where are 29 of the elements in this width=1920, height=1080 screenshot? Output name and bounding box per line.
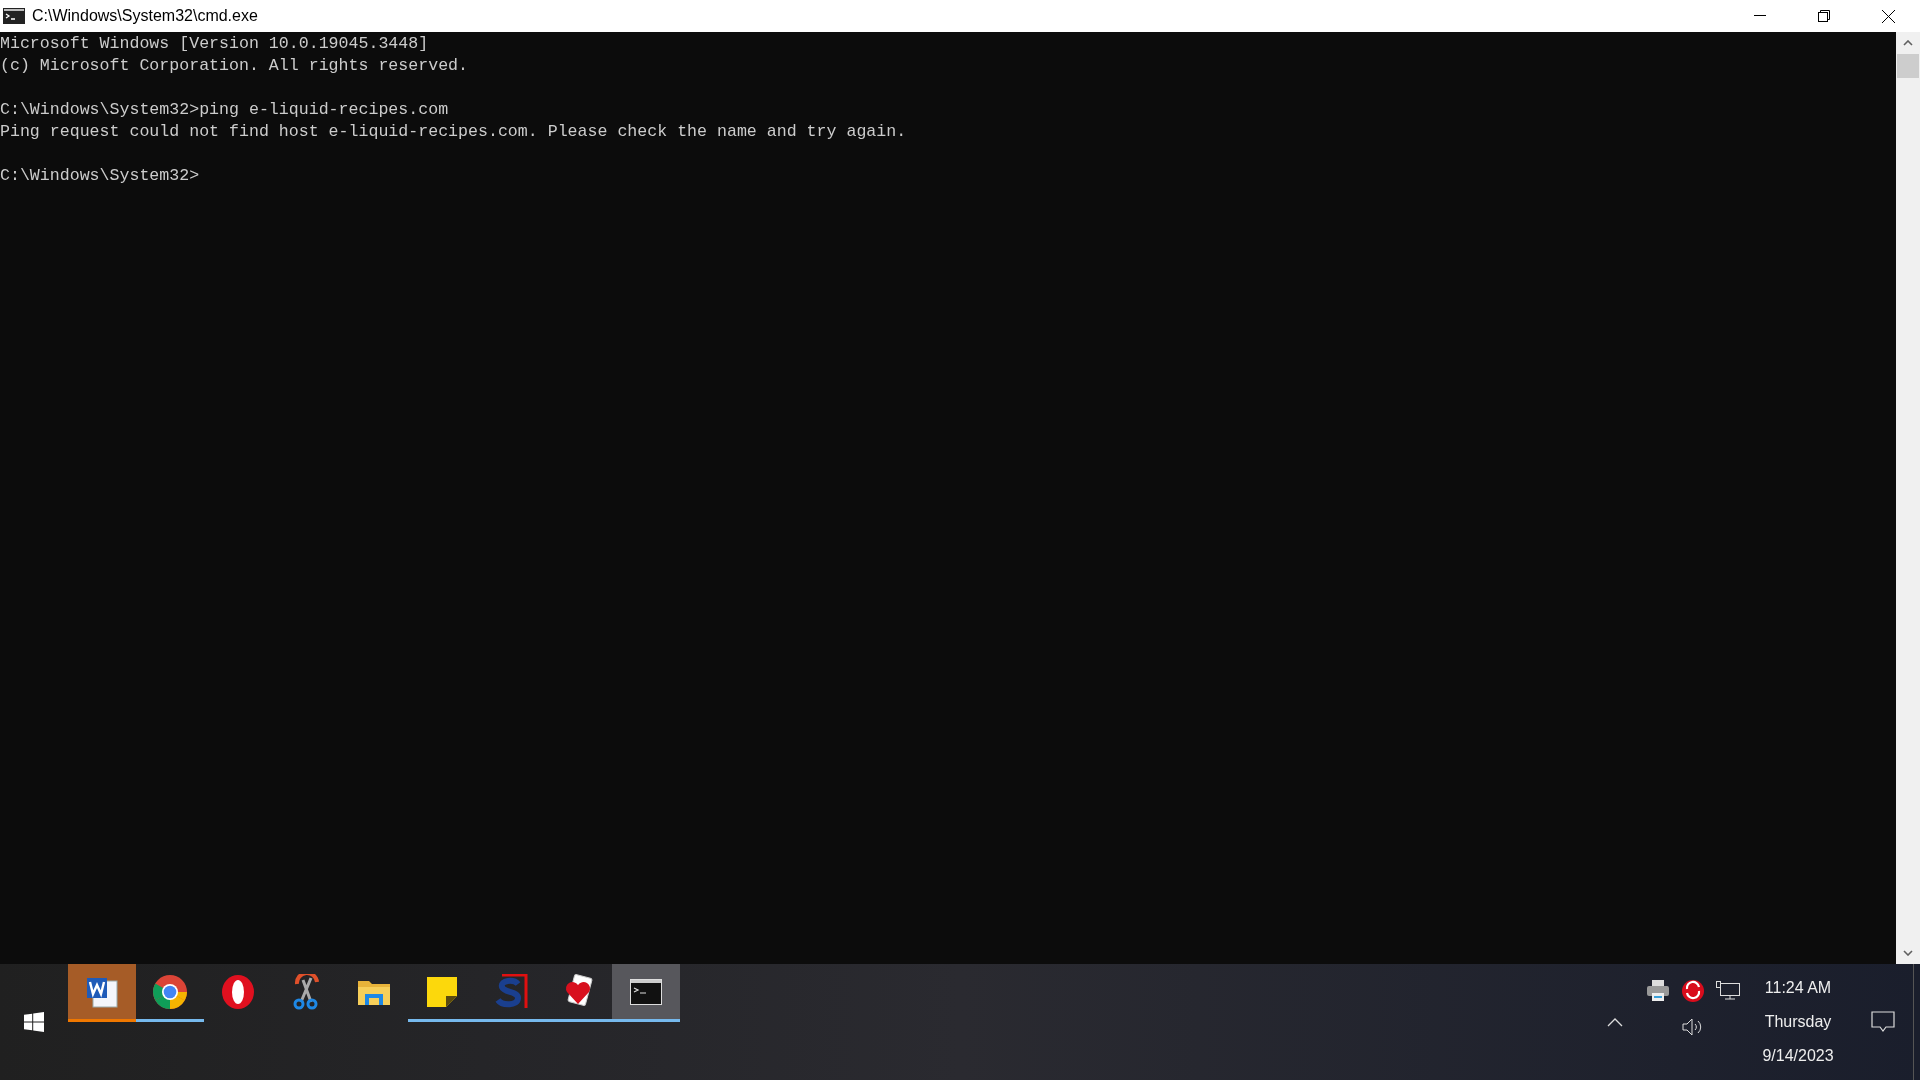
window-title: C:\Windows\System32\cmd.exe <box>32 6 258 26</box>
close-icon <box>1881 9 1895 23</box>
terminal-window-icon <box>630 978 662 1005</box>
printer-icon[interactable] <box>1646 980 1670 1002</box>
speaker-icon[interactable] <box>1682 1018 1704 1036</box>
chevron-up-icon[interactable] <box>1607 1017 1623 1027</box>
clock-day[interactable]: Thursday <box>1764 1012 1832 1032</box>
o-letter-logo-icon <box>221 973 255 1010</box>
console-app-icon <box>3 8 25 24</box>
console-line: Ping request could not find host e-liquid-recipes.com. Please check the name and try again. <box>0 121 907 143</box>
circular-arrow-logo-icon[interactable] <box>1682 980 1704 1002</box>
console-line: Microsoft Windows [Version 10.0.19045.3448] <box>0 33 429 55</box>
taskbar-app-button[interactable] <box>68 964 136 1022</box>
sticky-note-icon <box>426 975 458 1008</box>
scroll-down-icon[interactable] <box>1903 950 1913 956</box>
notification-icon[interactable] <box>1871 1011 1895 1033</box>
clock-time[interactable]: 11:24 AM <box>1764 978 1832 998</box>
chrome-logo-icon <box>152 973 188 1010</box>
taskbar-app-button[interactable] <box>612 964 680 1022</box>
scroll-up-icon[interactable] <box>1903 40 1913 46</box>
console-line: (c) Microsoft Corporation. All rights reserved. <box>0 55 469 77</box>
console-line: C:\Windows\System32> <box>0 165 200 187</box>
console-line: C:\Windows\System32>ping e-liquid-recipes.com <box>0 99 449 121</box>
clock-date[interactable]: 9/14/2023 <box>1762 1046 1834 1066</box>
windows-start-icon[interactable] <box>24 1012 44 1032</box>
monitor-network-icon[interactable] <box>1716 981 1740 1001</box>
minimize-icon <box>1754 15 1766 17</box>
restore-icon <box>1818 10 1830 22</box>
scroll-thumb[interactable] <box>1897 54 1919 78</box>
